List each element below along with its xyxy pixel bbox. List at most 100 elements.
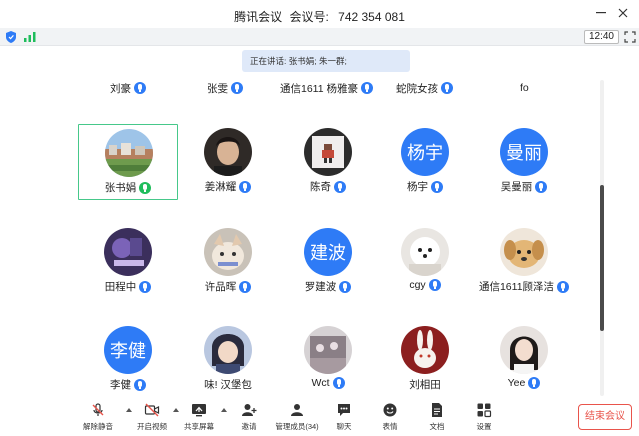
members-icon: [291, 404, 303, 416]
app-name: 腾讯会议: [234, 10, 283, 24]
mic-icon: [535, 180, 548, 193]
participant-tile[interactable]: 陈奇: [278, 124, 378, 200]
start-video-button[interactable]: 开启视频: [132, 402, 172, 434]
window-title: 腾讯会议 会议号: 742 354 081: [0, 8, 639, 25]
participant-name: 蛇院女孩: [396, 82, 438, 95]
add-user-icon: [242, 404, 257, 416]
participant-name: 姜淋耀: [204, 181, 237, 193]
emoji-icon: [383, 403, 397, 417]
reactions-button[interactable]: 表情: [370, 402, 410, 434]
participant-name: 杨宇: [407, 181, 428, 193]
participant-name: 张雯: [207, 82, 228, 95]
avatar: [304, 128, 352, 176]
close-icon[interactable]: [614, 4, 632, 22]
chat-label: 聊天: [336, 422, 352, 431]
chat-button[interactable]: 聊天: [324, 402, 364, 434]
status-bar: 12:40: [0, 28, 639, 46]
participant-name: 通信1611顾泽洁: [478, 281, 555, 293]
participant-tile[interactable]: 味! 汉堡包: [178, 322, 278, 398]
participant-name: 田程中: [104, 281, 137, 293]
meeting-toolbar: 解除静音 开启视频 共享屏幕 邀请 管理成员(34) 聊天 表情 文档 设置: [0, 396, 639, 436]
chat-icon: [338, 404, 350, 416]
mic-icon: [134, 378, 146, 391]
avatar-initials: 建波: [304, 228, 352, 276]
participant-label-top-2: 张雯: [207, 80, 243, 96]
participant-label-top-5: fo: [520, 80, 529, 96]
avatar: [105, 129, 153, 177]
meeting-clock: 12:40: [583, 30, 619, 44]
participant-tile[interactable]: Wct: [278, 322, 378, 398]
participant-label-top-3: 通信1611 杨雅豪: [280, 80, 373, 96]
settings-button[interactable]: 设置: [464, 402, 504, 434]
scrollbar-thumb[interactable]: [600, 185, 604, 331]
network-signal-icon[interactable]: [24, 32, 36, 42]
share-options-caret[interactable]: [221, 408, 227, 412]
participant-tile[interactable]: 杨宇 杨宇: [375, 124, 475, 200]
minimize-icon[interactable]: [592, 4, 610, 22]
mic-icon: [528, 377, 541, 389]
participant-name: 罗建波: [304, 281, 337, 293]
avatar: [204, 228, 252, 276]
mic-icon: [332, 377, 345, 389]
avatar: [500, 326, 548, 374]
participant-tile[interactable]: Yee: [474, 322, 574, 398]
participant-tile[interactable]: cgy: [375, 224, 475, 300]
participant-name: 通信1611 杨雅豪: [280, 82, 358, 95]
invite-label: 邀请: [241, 422, 257, 431]
participant-tile-active[interactable]: 张书娟: [78, 124, 178, 200]
speaking-indicator: 正在讲话: 张书娟; 朱一群;: [242, 50, 410, 72]
avatar-initials: 曼丽: [500, 128, 548, 176]
participant-tile[interactable]: 曼丽 吴曼丽: [474, 124, 574, 200]
participant-name: Yee: [507, 377, 526, 389]
participant-tile[interactable]: 田程中: [78, 224, 178, 300]
participant-name: fo: [520, 82, 529, 94]
mic-active-icon: [139, 181, 152, 194]
mic-icon: [139, 280, 152, 293]
avatar-initials: 李健: [104, 326, 152, 374]
avatar: [500, 228, 548, 276]
security-shield-icon[interactable]: [6, 31, 16, 43]
title-bar: 腾讯会议 会议号: 742 354 081: [0, 0, 639, 28]
apps-grid-icon: [477, 403, 492, 418]
avatar: [204, 128, 252, 176]
participant-name: cgy: [409, 279, 426, 291]
participant-name: 吴曼丽: [500, 181, 533, 193]
participant-tile[interactable]: 刘相田: [375, 322, 475, 398]
camera-off-icon: [144, 403, 160, 417]
participant-tile[interactable]: 通信1611顾泽洁: [474, 224, 574, 300]
participant-tile[interactable]: 建波 罗建波: [278, 224, 378, 300]
document-icon: [432, 403, 442, 417]
participant-tile[interactable]: 姜淋耀: [178, 124, 278, 200]
mic-icon: [431, 180, 443, 193]
participant-name: 刘豪: [110, 82, 131, 95]
share-screen-icon: [192, 404, 206, 417]
avatar: [401, 228, 449, 276]
invite-button[interactable]: 邀请: [229, 402, 269, 434]
participant-name: 味! 汉堡包: [204, 379, 252, 391]
settings-label: 设置: [476, 422, 492, 431]
participant-tile[interactable]: 许品晖: [178, 224, 278, 300]
mic-icon: [231, 82, 243, 94]
avatar-initials: 杨宇: [401, 128, 449, 176]
mic-icon: [134, 82, 146, 94]
manage-members-label: 管理成员(34): [275, 422, 319, 431]
unmute-button[interactable]: 解除静音: [78, 402, 118, 434]
participant-tile[interactable]: 李健 李健: [78, 322, 178, 398]
manage-members-button[interactable]: 管理成员(34): [275, 402, 319, 434]
fullscreen-icon[interactable]: [624, 31, 636, 43]
share-screen-button[interactable]: 共享屏幕: [179, 402, 219, 434]
mic-icon: [361, 82, 373, 94]
mic-icon: [339, 280, 352, 293]
avatar: [401, 326, 449, 374]
participant-name: 张书娟: [104, 182, 137, 194]
share-screen-label: 共享屏幕: [184, 422, 214, 431]
avatar: [204, 326, 252, 374]
reactions-label: 表情: [382, 422, 398, 431]
participant-name: 刘相田: [409, 379, 441, 391]
end-meeting-button[interactable]: 结束会议: [578, 404, 632, 430]
mic-icon: [239, 180, 252, 193]
mic-icon: [334, 180, 346, 193]
docs-button[interactable]: 文档: [417, 402, 457, 434]
avatar: [104, 228, 152, 276]
participant-name: 李健: [110, 379, 131, 391]
